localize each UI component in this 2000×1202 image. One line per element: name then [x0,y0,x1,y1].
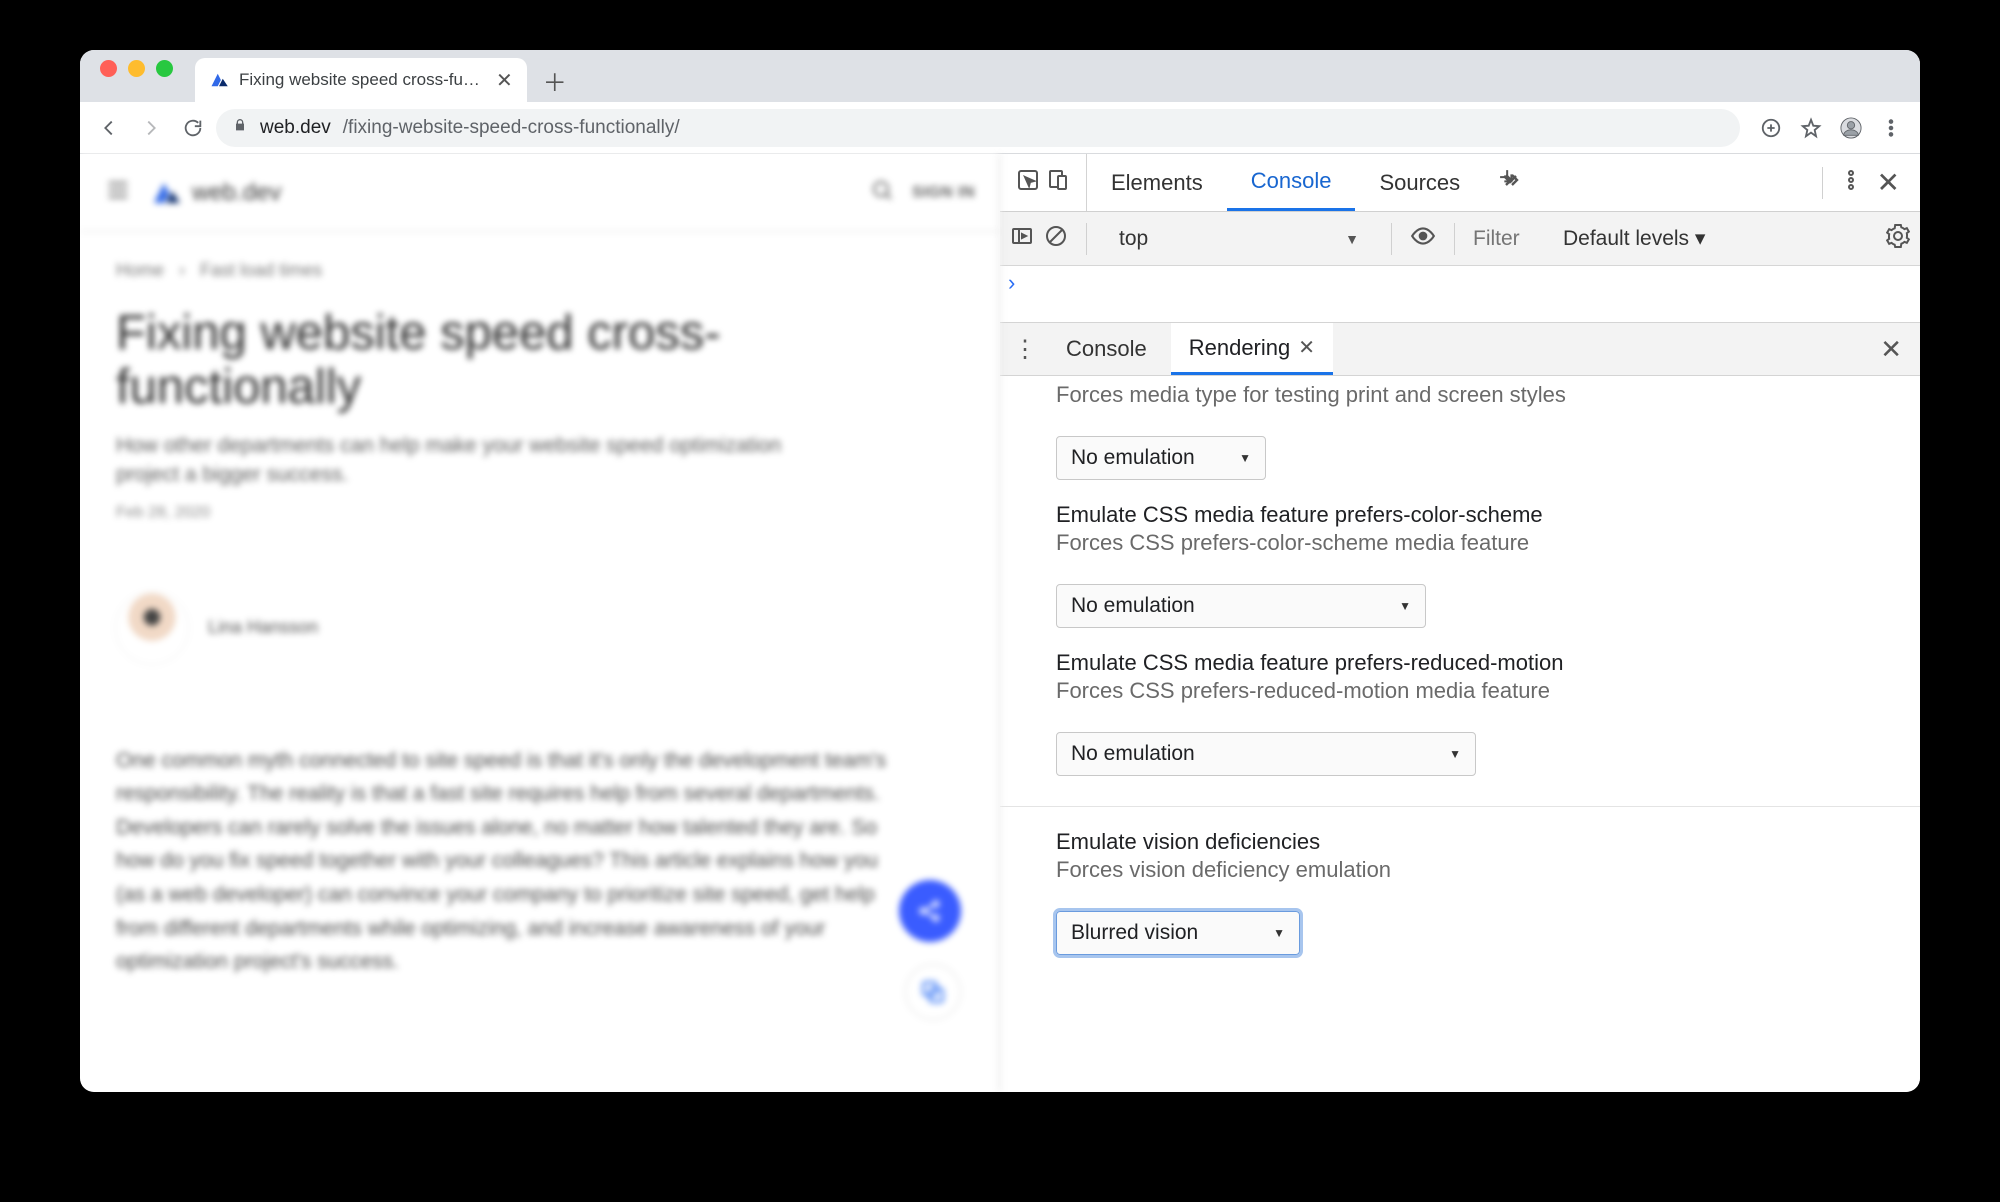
caret-down-icon: ▼ [1273,926,1285,940]
devtools-settings-icon[interactable] [1839,168,1863,197]
panel-divider [1000,806,1920,807]
drawer-tab-console[interactable]: Console [1048,323,1165,375]
chevron-right-icon: › [179,260,185,280]
inspect-element-icon[interactable] [1016,168,1040,197]
url-path: /fixing-website-speed-cross-functionally… [343,117,680,139]
vision-deficiency-description: Forces vision deficiency emulation [1056,857,1920,883]
chrome-menu-button[interactable] [1872,109,1910,147]
bookmark-button[interactable] [1792,109,1830,147]
translate-fab[interactable] [905,964,961,1020]
log-levels-selector[interactable]: Default levels ▾ [1563,226,1705,251]
tab-console[interactable]: Console [1227,154,1356,211]
drawer-tab-strip: ⋮ Console Rendering ✕ ✕ [1000,322,1920,376]
lock-icon [232,117,248,139]
context-label: top [1119,227,1148,251]
close-window-button[interactable] [100,60,117,77]
breadcrumb-home[interactable]: Home [116,260,164,280]
new-tab-button[interactable]: ＋ [537,62,573,98]
content-split: web.dev SIGN IN Home › Fast load times F… [80,154,1920,1092]
tab-elements[interactable]: Elements [1087,154,1227,211]
site-brand[interactable]: web.dev [150,177,281,209]
caret-down-icon: ▼ [1345,231,1359,247]
tab-title: Fixing website speed cross-fu… [239,70,480,90]
media-type-description: Forces media type for testing print and … [1056,382,1920,408]
console-toolbar: top ▼ Default levels ▾ [1000,212,1920,266]
site-header: web.dev SIGN IN [80,154,999,232]
drawer-more-icon[interactable]: ⋮ [1008,335,1042,364]
rendering-panel[interactable]: Forces media type for testing print and … [1000,376,1920,1092]
page-subtitle: How other departments can help make your… [116,431,836,490]
tab-sources[interactable]: Sources [1355,154,1484,211]
author-name: Lina Hansson [208,617,318,638]
close-rendering-tab-icon[interactable]: ✕ [1298,335,1315,360]
breadcrumb: Home › Fast load times [116,260,963,281]
vision-deficiency-select[interactable]: Blurred vision ▼ [1056,911,1300,955]
drawer-tab-rendering[interactable]: Rendering ✕ [1171,323,1333,375]
omnibox[interactable]: web.dev/fixing-website-speed-cross-funct… [216,109,1740,147]
console-sidebar-toggle-icon[interactable] [1010,224,1034,254]
color-scheme-value: No emulation [1071,594,1195,618]
reduced-motion-select[interactable]: No emulation ▼ [1056,732,1476,776]
install-app-button[interactable] [1752,109,1790,147]
reduced-motion-value: No emulation [1071,742,1195,766]
close-tab-button[interactable]: ✕ [496,68,513,93]
zoom-window-button[interactable] [156,60,173,77]
clear-console-icon[interactable] [1044,224,1068,254]
webdev-logo-icon [150,177,182,209]
tab-strip: Fixing website speed cross-fu… ✕ ＋ [80,50,1920,102]
console-prompt-icon: › [1008,270,1015,296]
more-tabs-icon[interactable] [1484,168,1536,197]
reload-button[interactable] [174,109,212,147]
page-title: Fixing website speed cross-functionally [116,307,963,415]
drawer-close-icon[interactable]: ✕ [1870,334,1912,365]
drawer-tab-rendering-label: Rendering [1189,335,1291,361]
profile-button[interactable] [1832,109,1870,147]
live-expression-icon[interactable] [1410,223,1436,255]
window-controls [88,60,187,93]
devtools-close-icon[interactable]: ✕ [1871,166,1906,199]
url-host: web.dev [260,117,331,139]
site-name: web.dev [192,179,281,207]
execution-context-selector[interactable]: top ▼ [1105,221,1373,257]
console-settings-icon[interactable] [1886,224,1910,254]
browser-window: { "browser": { "tab_title": "Fixing webs… [80,50,1920,1092]
media-type-select[interactable]: No emulation ▼ [1056,436,1266,480]
console-output[interactable]: › [1000,266,1920,322]
caret-down-icon: ▼ [1239,451,1251,465]
share-fab[interactable] [899,880,961,942]
back-button[interactable] [90,109,128,147]
sign-in-link[interactable]: SIGN IN [912,184,975,202]
color-scheme-description: Forces CSS prefers-color-scheme media fe… [1056,530,1920,556]
reduced-motion-title: Emulate CSS media feature prefers-reduce… [1056,650,1920,676]
avatar [116,592,188,664]
devtools-panel: Elements Console Sources ✕ top ▼ Defau [1000,154,1920,1092]
author-block: Lina Hansson [116,592,963,664]
page-date: Feb 28, 2020 [116,504,963,522]
menu-icon[interactable] [104,176,132,209]
color-scheme-select[interactable]: No emulation ▼ [1056,584,1426,628]
address-bar: web.dev/fixing-website-speed-cross-funct… [80,102,1920,154]
webpage-viewport: web.dev SIGN IN Home › Fast load times F… [80,154,1000,1092]
caret-down-icon: ▼ [1399,599,1411,613]
caret-down-icon: ▼ [1449,747,1461,761]
vision-deficiency-value: Blurred vision [1071,921,1198,945]
article-body: One common myth connected to site speed … [116,744,896,979]
media-type-value: No emulation [1071,446,1195,470]
devtools-toolbar: Elements Console Sources ✕ [1000,154,1920,212]
forward-button[interactable] [132,109,170,147]
breadcrumb-section[interactable]: Fast load times [200,260,322,280]
reduced-motion-description: Forces CSS prefers-reduced-motion media … [1056,678,1920,704]
console-filter-input[interactable] [1473,222,1553,256]
browser-tab[interactable]: Fixing website speed cross-fu… ✕ [195,58,527,102]
minimize-window-button[interactable] [128,60,145,77]
webdev-favicon-icon [209,70,229,90]
color-scheme-title: Emulate CSS media feature prefers-color-… [1056,502,1920,528]
search-icon[interactable] [870,178,894,207]
vision-deficiency-title: Emulate vision deficiencies [1056,829,1920,855]
device-toolbar-icon[interactable] [1046,168,1070,197]
